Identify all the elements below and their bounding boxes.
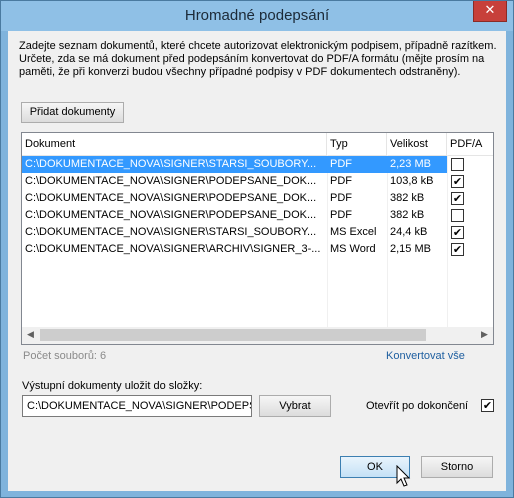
cell-pdfa	[447, 207, 493, 224]
open-after-label: Otevřít po dokončení	[366, 400, 469, 412]
checkmark-icon: ✔	[482, 399, 493, 412]
mouse-pointer-icon	[396, 465, 411, 487]
output-folder-input[interactable]: C:\DOKUMENTACE_NOVA\SIGNER\PODEPSANE	[22, 395, 252, 417]
column-header-pdfa[interactable]: PDF/A	[447, 133, 493, 155]
cell-document-path: C:\DOKUMENTACE_NOVA\SIGNER\STARSI_SOUBOR…	[25, 226, 317, 238]
dialog-window: Hromadné podepsání ✕ Zadejte seznam doku…	[0, 0, 514, 498]
description-text: Zadejte seznam dokumentů, které chcete a…	[19, 40, 499, 79]
pdfa-checkbox[interactable]: ✔	[451, 226, 464, 239]
cell-document-path: C:\DOKUMENTACE_NOVA\SIGNER\PODEPSANE_DOK…	[25, 175, 317, 187]
scroll-left-icon[interactable]: ◀	[22, 327, 39, 344]
pdfa-checkbox[interactable]: ✔	[451, 175, 464, 188]
pdfa-checkbox[interactable]	[451, 158, 464, 171]
table-row[interactable]: C:\DOKUMENTACE_NOVA\SIGNER\STARSI_SOUBOR…	[22, 224, 493, 241]
cell-type: PDF	[330, 175, 352, 187]
cell-type: MS Excel	[330, 226, 377, 238]
pdfa-checkbox[interactable]: ✔	[451, 243, 464, 256]
cell-document-path: C:\DOKUMENTACE_NOVA\SIGNER\PODEPSANE_DOK…	[25, 192, 317, 204]
documents-list[interactable]: Dokument Typ Velikost PDF/A C:\DOKUMENTA…	[21, 132, 494, 345]
list-header: Dokument Typ Velikost PDF/A	[22, 133, 493, 156]
cancel-button[interactable]: Storno	[421, 456, 493, 478]
cell-type: PDF	[330, 192, 352, 204]
cell-type: MS Word	[330, 243, 376, 255]
cell-document-path: C:\DOKUMENTACE_NOVA\SIGNER\STARSI_SOUBOR…	[22, 156, 327, 173]
output-folder-label: Výstupní dokumenty uložit do složky:	[22, 380, 203, 392]
close-icon: ✕	[484, 3, 496, 18]
cell-pdfa	[447, 156, 493, 173]
column-header-size[interactable]: Velikost	[387, 133, 447, 155]
table-row[interactable]: C:\DOKUMENTACE_NOVA\SIGNER\STARSI_SOUBOR…	[22, 156, 493, 173]
cell-pdfa: ✔	[447, 224, 493, 241]
cell-document-path: C:\DOKUMENTACE_NOVA\SIGNER\PODEPSANE_DOK…	[25, 209, 317, 221]
column-header-document[interactable]: Dokument	[22, 133, 327, 155]
browse-button[interactable]: Vybrat	[259, 395, 331, 417]
checkmark-icon: ✔	[452, 192, 463, 205]
description-line: Zadejte seznam dokumentů, které chcete a…	[19, 40, 497, 52]
horizontal-scrollbar[interactable]: ◀ ▶	[22, 327, 493, 344]
window-title: Hromadné podepsání	[184, 7, 330, 24]
cell-type: PDF	[330, 209, 352, 221]
pdfa-checkbox[interactable]: ✔	[451, 192, 464, 205]
pdfa-checkbox[interactable]	[451, 209, 464, 222]
cell-pdfa: ✔	[447, 190, 493, 207]
convert-all-link[interactable]: Konvertovat vše	[386, 350, 465, 362]
cell-size: 103,8 kB	[390, 175, 434, 187]
cell-type: PDF	[327, 156, 387, 173]
description-line: Určete, zda se má dokument před podepsán…	[19, 53, 485, 65]
cell-size: 2,15 MB	[390, 243, 431, 255]
cell-size: 382 kB	[390, 209, 425, 221]
cell-pdfa: ✔	[447, 241, 493, 258]
open-after-checkbox[interactable]: ✔	[481, 399, 494, 412]
file-count: Počet souborů: 6	[23, 350, 107, 362]
title-bar[interactable]: Hromadné podepsání ✕	[1, 1, 513, 31]
close-button[interactable]: ✕	[473, 1, 507, 22]
cell-document-path: C:\DOKUMENTACE_NOVA\SIGNER\ARCHIV\SIGNER…	[25, 243, 321, 255]
cell-size: 24,4 kB	[390, 226, 428, 238]
description-line: paměti, že při konverzi budou všechny př…	[19, 66, 461, 78]
add-documents-button[interactable]: Přidat dokumenty	[21, 102, 124, 123]
table-row[interactable]: C:\DOKUMENTACE_NOVA\SIGNER\PODEPSANE_DOK…	[22, 190, 493, 207]
cell-size: 382 kB	[390, 192, 425, 204]
column-header-type[interactable]: Typ	[327, 133, 387, 155]
checkmark-icon: ✔	[452, 243, 463, 256]
table-row[interactable]: C:\DOKUMENTACE_NOVA\SIGNER\ARCHIV\SIGNER…	[22, 241, 493, 258]
dialog-body: Zadejte seznam dokumentů, které chcete a…	[8, 31, 506, 491]
checkmark-icon: ✔	[452, 226, 463, 239]
scroll-right-icon[interactable]: ▶	[476, 327, 493, 344]
table-row[interactable]: C:\DOKUMENTACE_NOVA\SIGNER\PODEPSANE_DOK…	[22, 207, 493, 224]
table-row[interactable]: C:\DOKUMENTACE_NOVA\SIGNER\PODEPSANE_DOK…	[22, 173, 493, 190]
cell-size: 2,23 MB	[387, 156, 447, 173]
checkmark-icon: ✔	[452, 175, 463, 188]
cell-pdfa: ✔	[447, 173, 493, 190]
scrollbar-thumb[interactable]	[40, 329, 426, 341]
